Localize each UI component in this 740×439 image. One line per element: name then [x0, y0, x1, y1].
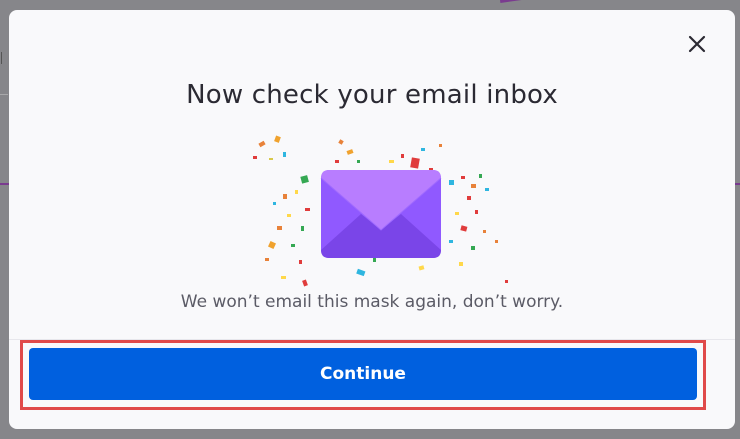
close-button[interactable]: [685, 32, 709, 56]
background-decoration: [0, 94, 8, 95]
close-icon: [688, 35, 706, 53]
background-decoration: [1, 52, 2, 64]
envelope-icon: [320, 170, 442, 258]
dialog-title: Now check your email inbox: [186, 80, 558, 110]
envelope-confetti-icon: [239, 130, 519, 290]
continue-button[interactable]: Continue: [29, 348, 697, 400]
background-decoration: [500, 0, 580, 3]
dialog-subtitle: We won’t email this mask again, don’t wo…: [180, 292, 564, 312]
